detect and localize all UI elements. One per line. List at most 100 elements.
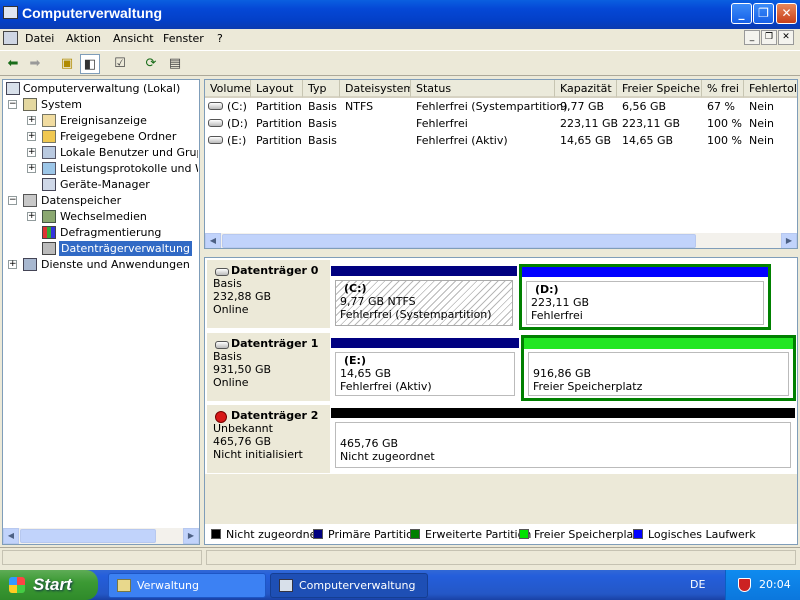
cell-status: Fehlerfrei bbox=[416, 117, 468, 130]
tree-item-defragmentierung[interactable]: Defragmentierung bbox=[60, 225, 161, 240]
tree-storage[interactable]: Datenspeicher bbox=[41, 193, 121, 208]
properties-icon[interactable]: ☑ bbox=[110, 54, 130, 74]
tree-item-leistungsprotokolle[interactable]: Leistungsprotokolle und Warnungen bbox=[60, 161, 198, 176]
col-typ[interactable]: Typ bbox=[303, 80, 340, 98]
help-icon[interactable]: ▤ bbox=[165, 54, 185, 74]
tree-item-datentraegerverwaltung[interactable]: Datenträgerverwaltung bbox=[59, 241, 192, 256]
unallocated-partition[interactable]: 465,76 GB Nicht zugeordnet bbox=[331, 408, 795, 470]
computer-management-icon bbox=[3, 6, 18, 19]
expand-services-icon[interactable]: + bbox=[8, 260, 17, 269]
tree-system[interactable]: System bbox=[41, 97, 82, 112]
tree-services[interactable]: Dienste und Anwendungen bbox=[41, 257, 190, 272]
menu-ansicht[interactable]: Ansicht bbox=[113, 32, 154, 45]
scroll-thumb[interactable] bbox=[222, 234, 696, 248]
col-prozent-frei[interactable]: % frei bbox=[702, 80, 744, 98]
disk-name: Datenträger 2 bbox=[231, 409, 319, 422]
col-fehlertoleranz[interactable]: Fehlertoleranz bbox=[744, 80, 797, 98]
partition-e[interactable]: (E:) 14,65 GB Fehlerfrei (Aktiv) bbox=[331, 338, 519, 398]
cell-layout: Partition bbox=[256, 117, 302, 130]
tree-item-geraete-manager[interactable]: Geräte-Manager bbox=[60, 177, 150, 192]
partition-c[interactable]: (C:) 9,77 GB NTFS Fehlerfrei (Systempart… bbox=[331, 266, 517, 328]
cell-kapazitaet: 14,65 GB bbox=[560, 134, 612, 147]
taskbar-item-verwaltung[interactable]: Verwaltung bbox=[108, 573, 266, 598]
scroll-thumb[interactable] bbox=[20, 529, 156, 543]
expand-shared-folders-icon[interactable]: + bbox=[27, 132, 36, 141]
partition-size: 465,76 GB bbox=[340, 437, 399, 450]
cell-volume: (E:) bbox=[227, 134, 247, 147]
list-hscrollbar[interactable]: ◀ ▶ bbox=[205, 233, 797, 248]
disk-error-icon bbox=[215, 411, 227, 423]
close-button[interactable]: ✕ bbox=[776, 3, 797, 24]
partition-status: Fehlerfrei (Systempartition) bbox=[340, 308, 492, 321]
collapse-storage-icon[interactable]: − bbox=[8, 196, 17, 205]
col-volume[interactable]: Volume bbox=[205, 80, 251, 98]
device-manager-icon bbox=[42, 178, 56, 191]
partition-header bbox=[331, 338, 519, 348]
expand-removable-media-icon[interactable]: + bbox=[27, 212, 36, 221]
show-hide-tree-icon[interactable]: ◧ bbox=[80, 54, 100, 74]
toolbar: ⬅ ➡ ▣ ◧ ☑ ⟳ ▤ bbox=[0, 50, 800, 76]
col-dateisystem[interactable]: Dateisystem bbox=[340, 80, 411, 98]
security-shield-icon[interactable] bbox=[738, 578, 751, 592]
mdi-restore-button[interactable]: ❐ bbox=[761, 30, 777, 45]
event-viewer-icon bbox=[42, 114, 56, 127]
clock[interactable]: 20:04 bbox=[759, 578, 791, 591]
expand-event-viewer-icon[interactable]: + bbox=[27, 116, 36, 125]
scroll-left-icon[interactable]: ◀ bbox=[3, 528, 19, 544]
menu-aktion[interactable]: Aktion bbox=[66, 32, 101, 45]
tree-hscrollbar[interactable]: ◀ ▶ bbox=[3, 528, 199, 544]
partition-header bbox=[331, 266, 517, 276]
scroll-right-icon[interactable]: ▶ bbox=[781, 233, 797, 248]
cell-prozent-frei: 67 % bbox=[707, 100, 735, 113]
forward-arrow-icon[interactable]: ➡ bbox=[25, 54, 45, 74]
expand-users-icon[interactable]: + bbox=[27, 148, 36, 157]
drive-icon bbox=[208, 136, 223, 144]
tree-root[interactable]: Computerverwaltung (Lokal) bbox=[23, 81, 180, 96]
scroll-left-icon[interactable]: ◀ bbox=[205, 233, 221, 248]
start-button[interactable]: Start bbox=[0, 570, 98, 600]
taskbar-item-computerverwaltung[interactable]: Computerverwaltung bbox=[270, 573, 428, 598]
col-freier-speicher[interactable]: Freier Speicher bbox=[617, 80, 702, 98]
partition-label: (D:) bbox=[535, 283, 559, 296]
col-layout[interactable]: Layout bbox=[251, 80, 303, 98]
defrag-icon bbox=[42, 226, 56, 239]
folder-icon bbox=[117, 579, 131, 592]
col-status[interactable]: Status bbox=[411, 80, 555, 98]
free-space-partition[interactable]: 916,86 GB Freier Speicherplatz bbox=[521, 335, 796, 401]
disk-size: 465,76 GB bbox=[213, 435, 272, 448]
back-arrow-icon[interactable]: ⬅ bbox=[3, 54, 23, 74]
menu-fenster[interactable]: Fenster bbox=[163, 32, 204, 45]
cell-dateisystem: NTFS bbox=[345, 100, 374, 113]
refresh-icon[interactable]: ⟳ bbox=[141, 54, 161, 74]
scroll-right-icon[interactable]: ▶ bbox=[183, 528, 199, 544]
disk-state: Nicht initialisiert bbox=[213, 448, 303, 461]
disk-2-info[interactable]: Datenträger 2 Unbekannt 465,76 GB Nicht … bbox=[207, 405, 330, 473]
mdi-close-button[interactable]: ✕ bbox=[778, 30, 794, 45]
minimize-button[interactable]: _ bbox=[731, 3, 752, 24]
expand-performance-logs-icon[interactable]: + bbox=[27, 164, 36, 173]
pane-splitter[interactable] bbox=[204, 250, 798, 257]
tree-item-freigegebene-ordner[interactable]: Freigegebene Ordner bbox=[60, 129, 176, 144]
disk-size: 232,88 GB bbox=[213, 290, 272, 303]
collapse-system-icon[interactable]: − bbox=[8, 100, 17, 109]
mmc-icon[interactable] bbox=[3, 31, 18, 45]
tree-item-ereignisanzeige[interactable]: Ereignisanzeige bbox=[60, 113, 147, 128]
legend-free-space: Freier Speicherplatz bbox=[519, 528, 643, 542]
menu-datei[interactable]: Datei bbox=[25, 32, 54, 45]
disk-type: Unbekannt bbox=[213, 422, 273, 435]
status-panel bbox=[2, 550, 202, 565]
language-indicator[interactable]: DE bbox=[690, 578, 705, 591]
tree-item-lokale-benutzer[interactable]: Lokale Benutzer und Gruppen bbox=[60, 145, 198, 160]
users-groups-icon bbox=[42, 146, 56, 159]
disk-0-info[interactable]: Datenträger 0 Basis 232,88 GB Online bbox=[207, 260, 330, 328]
status-bar bbox=[0, 547, 800, 567]
partition-label: (C:) bbox=[344, 282, 367, 295]
partition-d[interactable]: (D:) 223,11 GB Fehlerfrei bbox=[519, 264, 771, 330]
menu-help[interactable]: ? bbox=[217, 32, 223, 45]
mdi-minimize-button[interactable]: _ bbox=[744, 30, 760, 45]
up-folder-icon[interactable]: ▣ bbox=[57, 54, 77, 74]
maximize-button[interactable]: ❐ bbox=[753, 3, 774, 24]
tree-item-wechselmedien[interactable]: Wechselmedien bbox=[60, 209, 147, 224]
col-kapazitaet[interactable]: Kapazität bbox=[555, 80, 617, 98]
disk-1-info[interactable]: Datenträger 1 Basis 931,50 GB Online bbox=[207, 333, 330, 401]
